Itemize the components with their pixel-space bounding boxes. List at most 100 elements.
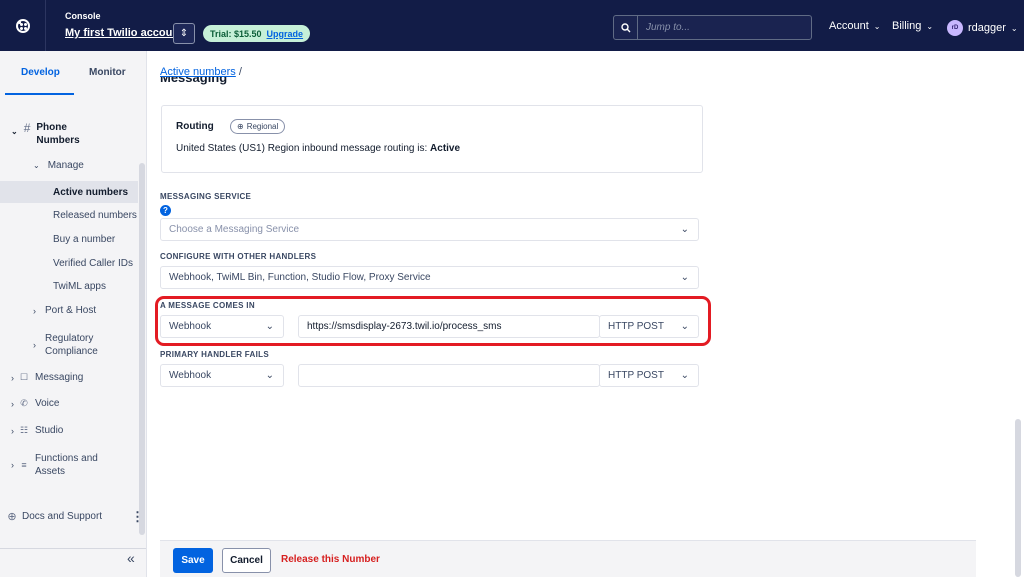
sidebar-item-verified-caller-ids[interactable]: Verified Caller IDs (53, 258, 133, 269)
chevron-right-icon: › (11, 398, 14, 409)
sidebar-item-functions-and-assets[interactable]: › ≡ Functions and Assets (11, 452, 111, 478)
sidebar-item-phone-numbers[interactable]: ⌄ # Phone Numbers (11, 121, 131, 147)
regional-badge: ⊕ Regional (230, 119, 286, 134)
save-button[interactable]: Save (173, 548, 213, 573)
message-comes-in-handler-select[interactable]: Webhook ⌄ (160, 315, 284, 338)
message-comes-in-handler-value: Webhook (169, 321, 212, 332)
routing-card: Routing ⊕ Regional United States (US1) R… (161, 105, 703, 173)
breadcrumb-separator: / (235, 66, 242, 78)
routing-title: Routing (176, 121, 214, 132)
chat-bubble-icon: ☐ (19, 372, 29, 382)
sidebar-item-voice[interactable]: › ✆ Voice (11, 398, 59, 409)
sidebar: Develop Monitor ⌄ # Phone Numbers ⌄ Mana… (0, 51, 147, 577)
billing-menu-dropdown[interactable]: Billing ⌄ (892, 20, 933, 32)
message-comes-in-label: A MESSAGE COMES IN (160, 301, 255, 310)
primary-handler-fails-handler-value: Webhook (169, 370, 212, 381)
user-name-label: rdagger (968, 22, 1006, 34)
upgrade-link[interactable]: Upgrade (267, 29, 304, 39)
sidebar-item-label: Regulatory Compliance (45, 333, 98, 357)
messaging-service-label: MESSAGING SERVICE (160, 192, 252, 201)
help-icon[interactable]: ? (160, 205, 171, 216)
regional-badge-label: Regional (246, 122, 279, 131)
console-label: Console (65, 11, 101, 21)
chevron-down-icon: ⌄ (680, 321, 689, 332)
account-name-link[interactable]: My first Twilio account (65, 27, 183, 39)
active-tab-indicator (5, 93, 74, 95)
account-menu-label: Account (829, 20, 869, 32)
function-icon: ≡ (21, 460, 27, 470)
account-switcher-button[interactable]: ⇕ (173, 23, 195, 44)
jump-to-search (613, 15, 812, 40)
chevron-down-icon: ⌄ (265, 321, 274, 332)
main-scrollbar[interactable] (1015, 419, 1021, 577)
tab-monitor[interactable]: Monitor (89, 67, 126, 78)
webhook-url-input[interactable] (298, 315, 600, 338)
hash-icon: # (23, 121, 31, 135)
trial-balance-text: Trial: $15.50 (210, 28, 262, 39)
sidebar-item-regulatory-compliance[interactable]: › Regulatory Compliance (33, 332, 113, 358)
up-down-chevron-icon: ⇕ (179, 28, 189, 39)
cancel-button[interactable]: Cancel (222, 548, 271, 573)
docs-and-support-link[interactable]: ⊕ Docs and Support (7, 510, 102, 523)
collapse-sidebar-icon[interactable]: « (127, 550, 135, 566)
message-comes-in-method-value: HTTP POST (608, 321, 664, 332)
sidebar-item-label: Functions and Assets (35, 453, 98, 477)
top-navigation-bar: Console My first Twilio account ⇕ Trial:… (0, 0, 1024, 51)
routing-status-value: Active (430, 143, 461, 154)
sidebar-tabs: Develop Monitor (0, 51, 147, 95)
sidebar-item-manage[interactable]: ⌄ Manage (33, 160, 84, 171)
chevron-down-icon: ⌄ (11, 127, 18, 136)
chevron-down-icon: ⌄ (873, 21, 881, 31)
chevron-down-icon: ⌄ (680, 224, 689, 235)
sidebar-item-label: Manage (47, 160, 84, 171)
other-handlers-label: CONFIGURE WITH OTHER HANDLERS (160, 252, 317, 261)
chevron-down-icon: ⌄ (926, 21, 934, 31)
messaging-service-select[interactable]: Choose a Messaging Service ⌄ (160, 218, 699, 241)
trial-balance-badge: Trial: $15.50 Upgrade (203, 25, 311, 42)
primary-handler-fails-method-select[interactable]: HTTP POST ⌄ (599, 364, 699, 387)
sidebar-scrollbar[interactable] (139, 163, 145, 535)
chevron-down-icon: ⌄ (33, 161, 40, 170)
search-input[interactable] (638, 16, 811, 39)
action-footer: Save Cancel Release this Number (160, 540, 976, 577)
sidebar-item-port-host[interactable]: › Port & Host (33, 305, 96, 316)
account-menu-dropdown[interactable]: Account ⌄ (829, 20, 880, 32)
billing-menu-label: Billing (892, 20, 922, 32)
phone-icon: ✆ (20, 398, 28, 408)
sidebar-item-label: Port & Host (45, 305, 97, 316)
primary-handler-fails-label: PRIMARY HANDLER FAILS (160, 350, 269, 359)
message-comes-in-method-select[interactable]: HTTP POST ⌄ (599, 315, 699, 338)
routing-status-text: United States (US1) Region inbound messa… (176, 143, 460, 154)
chevron-right-icon: › (11, 425, 14, 436)
sidebar-item-label: Studio (35, 425, 64, 436)
sidebar-item-messaging[interactable]: › ☐ Messaging (11, 372, 83, 383)
other-handlers-select[interactable]: Webhook, TwiML Bin, Function, Studio Flo… (160, 266, 699, 289)
chevron-right-icon: › (11, 460, 14, 470)
primary-handler-fails-handler-select[interactable]: Webhook ⌄ (160, 364, 284, 387)
routing-status-prefix: United States (US1) Region inbound messa… (176, 143, 431, 154)
primary-handler-fails-method-value: HTTP POST (608, 370, 664, 381)
tab-develop[interactable]: Develop (21, 67, 60, 78)
user-menu-dropdown[interactable]: rD rdagger ⌄ (947, 20, 1018, 36)
chevron-down-icon: ⌄ (680, 272, 689, 283)
fallback-url-input[interactable] (298, 364, 600, 387)
search-icon[interactable] (614, 16, 638, 39)
more-options-icon[interactable]: ⋮ (131, 509, 144, 525)
sidebar-item-released-numbers[interactable]: Released numbers (53, 210, 137, 221)
globe-icon: ⊕ (7, 511, 17, 523)
sidebar-item-active-numbers[interactable]: Active numbers (0, 181, 138, 203)
chevron-down-icon: ⌄ (680, 370, 689, 381)
globe-icon: ⊕ (237, 122, 244, 131)
release-number-button[interactable]: Release this Number (281, 554, 380, 565)
messaging-service-placeholder: Choose a Messaging Service (169, 224, 300, 235)
other-handlers-value: Webhook, TwiML Bin, Function, Studio Flo… (169, 272, 431, 283)
sidebar-item-studio[interactable]: › ☷ Studio (11, 425, 63, 436)
sidebar-item-label: Messaging (35, 372, 84, 383)
sidebar-item-twiml-apps[interactable]: TwiML apps (53, 281, 106, 292)
twilio-logo-icon (15, 18, 30, 33)
chevron-right-icon: › (33, 340, 36, 350)
sidebar-item-label: Docs and Support (22, 511, 103, 522)
section-heading-messaging: Messaging (160, 77, 228, 85)
sidebar-item-buy-a-number[interactable]: Buy a number (53, 234, 115, 245)
twilio-logo-button[interactable] (0, 0, 46, 51)
